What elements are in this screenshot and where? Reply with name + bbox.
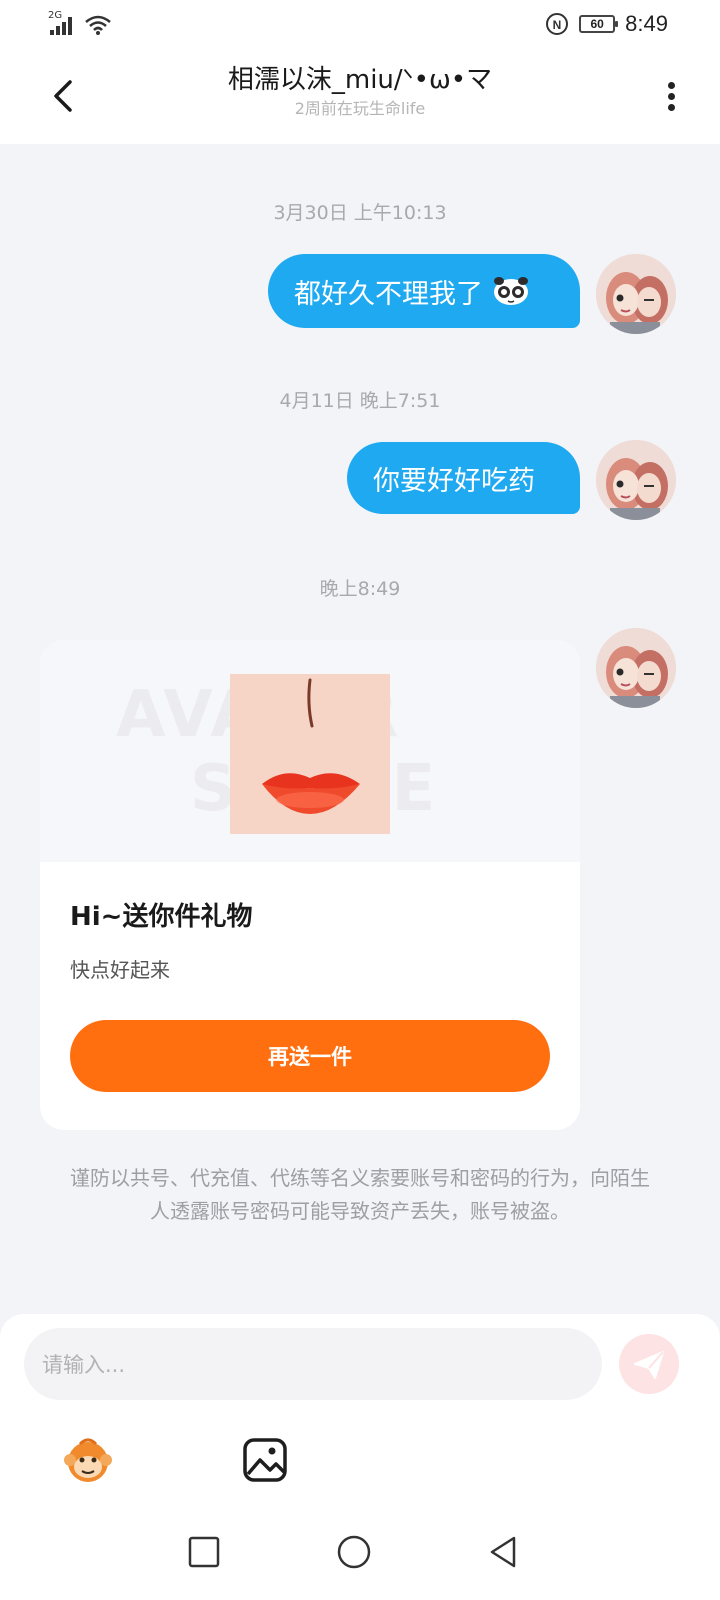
more-dot-icon xyxy=(668,82,675,89)
user-avatar[interactable] xyxy=(596,628,676,708)
message-timestamp: 4月11日 晚上7:51 xyxy=(279,390,441,412)
chevron-left-icon xyxy=(54,80,72,112)
user-avatar[interactable] xyxy=(596,440,676,520)
message-bubble[interactable]: 都好久不理我了 xyxy=(268,254,580,328)
status-bar: 2G N 60 8:49 xyxy=(0,0,720,48)
title-block: 相濡以沫_miu/ᐠ•ω•マ 2周前在玩生命life xyxy=(140,62,580,120)
system-nav-bar xyxy=(0,1504,720,1600)
send-icon xyxy=(634,1351,664,1379)
message-input[interactable]: 请输入... xyxy=(24,1328,602,1400)
gift-preview-area: AVATAR STORE xyxy=(40,640,580,862)
chat-header: 相濡以沫_miu/ᐠ•ω•マ 2周前在玩生命life xyxy=(0,48,720,144)
send-again-button[interactable]: 再送一件 xyxy=(70,1020,550,1092)
back-button[interactable] xyxy=(44,74,84,118)
more-dot-icon xyxy=(668,104,675,111)
image-button[interactable] xyxy=(240,1434,292,1486)
gift-message: 快点好起来 xyxy=(70,958,170,982)
security-notice: 谨防以共号、代充值、代练等名义索要账号和密码的行为，向陌生人透露账号密码可能导致… xyxy=(70,1166,650,1223)
network-type: 2G xyxy=(48,10,63,21)
more-dot-icon xyxy=(668,93,675,100)
message-text: 都好久不理我了 xyxy=(294,278,483,310)
input-panel: 请输入... xyxy=(0,1314,720,1504)
send-button[interactable] xyxy=(619,1334,679,1394)
status-left: 2G xyxy=(48,10,112,36)
contact-status: 2周前在玩生命life xyxy=(294,99,426,118)
image-icon xyxy=(243,1438,287,1482)
data-saver-icon: N xyxy=(546,13,569,35)
monkey-sticker-icon xyxy=(64,1438,112,1482)
triangle-back-icon xyxy=(490,1536,516,1568)
user-avatar[interactable] xyxy=(596,254,676,334)
contact-name: 相濡以沫_miu/ᐠ•ω•マ xyxy=(227,65,493,95)
home-button[interactable] xyxy=(334,1532,374,1572)
message-timestamp: 晚上8:49 xyxy=(319,578,401,600)
clock: 8:49 xyxy=(625,11,668,36)
more-options-button[interactable] xyxy=(662,74,682,118)
battery-indicator: 60 xyxy=(579,15,619,33)
message-list[interactable]: 3月30日 上午10:13 都好久不理我了 4月11日 晚上7:51 你要好好吃… xyxy=(0,144,720,1314)
gift-image xyxy=(230,674,390,834)
avatar-image xyxy=(596,254,676,334)
message-bubble[interactable]: 你要好好吃药 xyxy=(347,442,580,514)
wifi-icon xyxy=(85,15,111,35)
lips-image xyxy=(230,674,390,834)
message-timestamp: 3月30日 上午10:13 xyxy=(273,202,447,224)
avatar-image xyxy=(596,628,676,708)
back-nav-button[interactable] xyxy=(484,1532,524,1572)
avatar-image xyxy=(596,440,676,520)
message-text: 你要好好吃药 xyxy=(373,465,535,497)
square-icon xyxy=(188,1536,220,1568)
gift-title: Hi~送你件礼物 xyxy=(70,902,253,932)
svg-text:N: N xyxy=(553,18,562,32)
sticker-button[interactable] xyxy=(62,1434,114,1486)
status-right: N 60 8:49 xyxy=(545,10,668,38)
recents-button[interactable] xyxy=(184,1532,224,1572)
circle-icon xyxy=(337,1535,371,1569)
gift-card[interactable]: AVATAR STORE Hi~送你件礼物 快点好起来 再送一件 xyxy=(40,640,580,1130)
panda-emoji-icon xyxy=(494,277,528,305)
